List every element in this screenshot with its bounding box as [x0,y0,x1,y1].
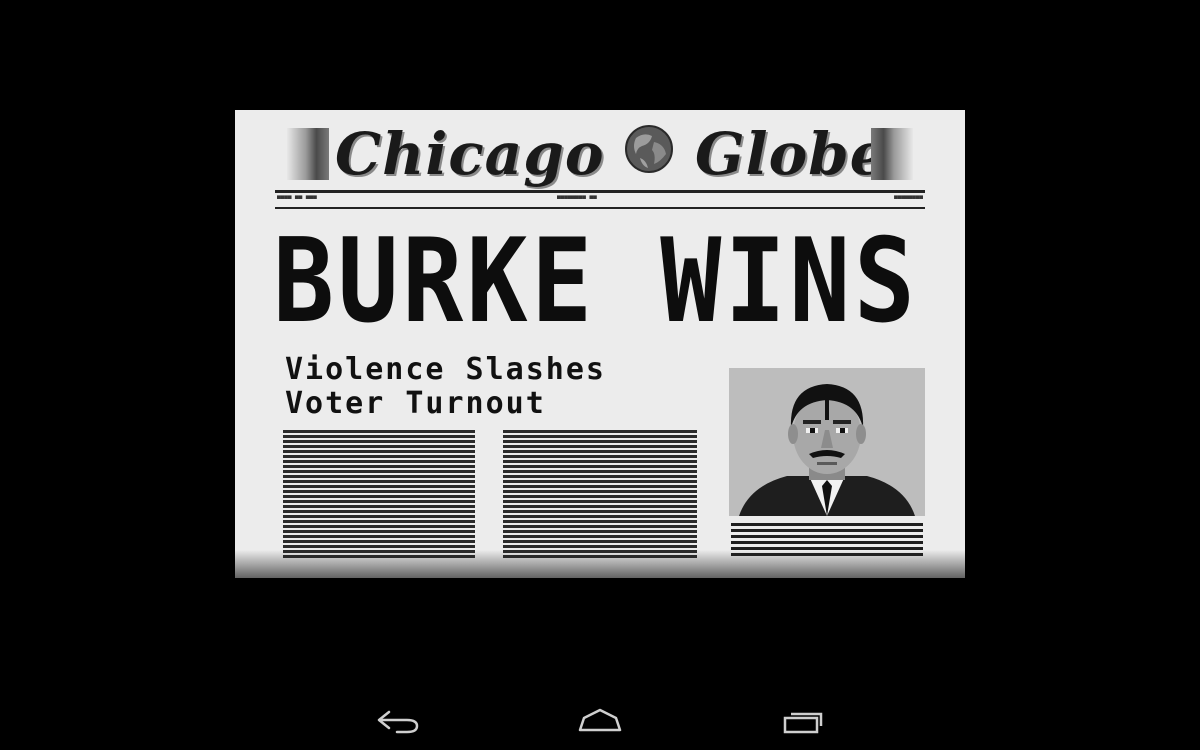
candidate-portrait [729,368,925,516]
article-column-2 [503,430,697,558]
masthead-title-left: Chicago [335,120,605,188]
masthead-rule-top [275,190,925,193]
game-screen[interactable]: Chicago Globe ▀▀▀▀ ▀▀ ▀▀▀ ▀▀▀▀▀▀▀▀ ▀▀ ▀▀… [0,0,1200,750]
masthead-left-ornament [287,128,329,180]
headline: BURKE WINS [273,213,919,349]
article-column-1 [283,430,475,558]
dateline-right: ▀▀▀▀▀▀▀▀ [894,196,923,203]
masthead-title-right: Globe [695,120,888,188]
masthead-rule-bottom [275,207,925,209]
candidate-photo [729,368,925,516]
globe-icon [625,125,673,173]
newspaper: Chicago Globe ▀▀▀▀ ▀▀ ▀▀▀ ▀▀▀▀▀▀▀▀ ▀▀ ▀▀… [235,110,965,578]
masthead-right-ornament [871,128,913,180]
back-icon[interactable] [367,698,427,742]
home-icon[interactable] [570,698,630,742]
android-navigation-bar [0,690,1200,750]
dateline-left: ▀▀▀▀ ▀▀ ▀▀▀ [277,196,317,203]
dateline-center: ▀▀▀▀▀▀▀▀ ▀▀ [557,196,597,203]
newspaper-bottom-shadow [235,550,965,578]
subheadline-line-1: Violence Slashes [285,352,606,387]
subheadline-line-2: Voter Turnout [285,386,546,421]
recents-icon[interactable] [773,698,833,742]
subheadline: Violence Slashes Voter Turnout [285,353,715,421]
